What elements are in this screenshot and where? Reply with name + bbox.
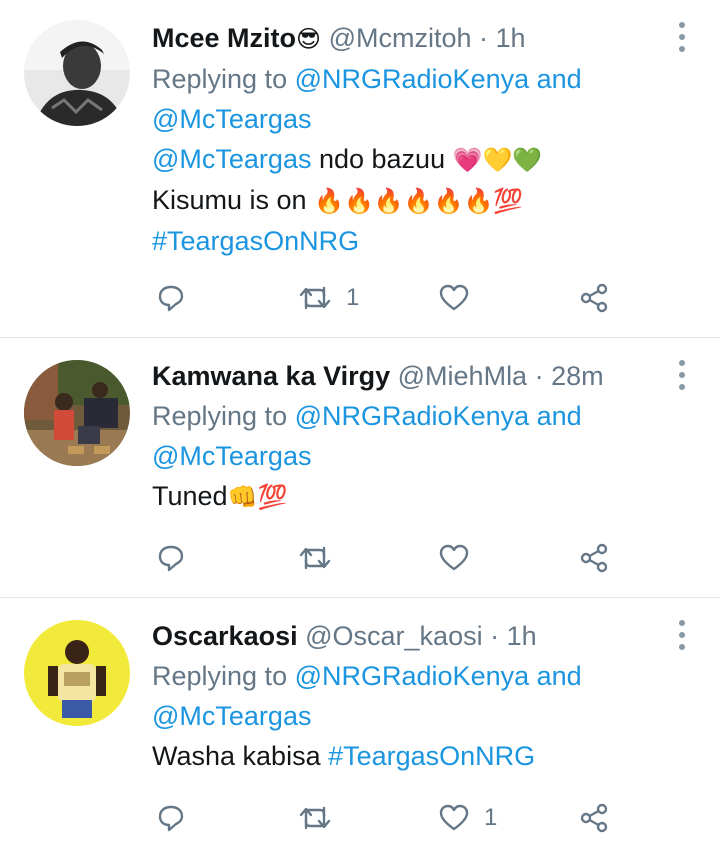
retweet-button[interactable]: 1: [298, 278, 359, 318]
author-name[interactable]: Oscarkaosi: [152, 621, 298, 651]
reply-mention-link[interactable]: @McTeargas: [152, 701, 311, 731]
share-button[interactable]: [578, 798, 610, 838]
tweet[interactable]: Oscarkaosi @Oscar_kaosi · 1h Replying to…: [0, 598, 720, 852]
tweet-text: Washa kabisa: [152, 741, 329, 771]
author-name[interactable]: Kamwana ka Virgy: [152, 361, 390, 391]
reply-button[interactable]: [156, 278, 186, 318]
sunglasses-emoji: 😎: [296, 25, 322, 53]
reply-icon: [158, 285, 184, 312]
tweet-text: Tuned: [152, 481, 228, 511]
mention-link[interactable]: @McTeargas: [152, 144, 311, 174]
reply-mention-link[interactable]: @McTeargas: [152, 104, 311, 134]
reply-icon: [158, 805, 184, 832]
timestamp[interactable]: · 1h: [479, 23, 526, 53]
fist-emoji: 👊💯: [227, 483, 288, 511]
hashtag-link[interactable]: #TeargasOnNRG: [328, 741, 535, 771]
timestamp[interactable]: · 1h: [490, 621, 537, 651]
fire-emoji: 🔥🔥🔥🔥🔥🔥💯: [314, 187, 524, 215]
reply-mention-link[interactable]: @NRGRadioKenya and: [295, 401, 582, 431]
reply-mention-link[interactable]: @NRGRadioKenya and: [295, 64, 582, 94]
author-handle[interactable]: @MiehMla: [398, 361, 527, 391]
avatar-photo: [24, 20, 130, 126]
replying-to-label: Replying to: [152, 661, 288, 691]
avatar-photo: [24, 620, 130, 726]
tweet-text: Kisumu is on: [152, 185, 315, 215]
replying-to-label: Replying to: [152, 401, 288, 431]
avatar-photo: [24, 360, 130, 466]
more-options-icon[interactable]: [678, 22, 686, 52]
more-options-icon[interactable]: [678, 620, 686, 650]
like-button[interactable]: [438, 278, 470, 318]
retweet-count: 1: [346, 284, 360, 311]
retweet-button[interactable]: [298, 798, 332, 838]
share-icon: [580, 283, 608, 313]
avatar[interactable]: [24, 20, 130, 126]
like-count: 1: [484, 804, 498, 831]
like-button[interactable]: 1: [438, 798, 497, 838]
tweet-text: ndo bazuu: [311, 144, 453, 174]
retweet-icon: [299, 546, 331, 570]
author-handle[interactable]: @Oscar_kaosi: [305, 621, 482, 651]
hearts-emoji: 💗💛💚: [452, 146, 543, 174]
retweet-icon: [299, 286, 331, 310]
like-button[interactable]: [438, 538, 470, 578]
share-button[interactable]: [578, 538, 610, 578]
tweet[interactable]: Kamwana ka Virgy @MiehMla · 28m Replying…: [0, 338, 720, 598]
reply-button[interactable]: [156, 538, 186, 578]
reply-icon: [158, 545, 184, 572]
tweet[interactable]: Mcee Mzito😎 @Mcmzitoh · 1h Replying to @…: [0, 0, 720, 338]
share-icon: [580, 543, 608, 573]
timestamp[interactable]: · 28m: [535, 361, 604, 391]
hashtag-link[interactable]: #TeargasOnNRG: [152, 226, 359, 256]
like-icon: [439, 544, 469, 571]
avatar[interactable]: [24, 620, 130, 726]
like-icon: [439, 284, 469, 311]
reply-mention-link[interactable]: @NRGRadioKenya and: [295, 661, 582, 691]
reply-mention-link[interactable]: @McTeargas: [152, 441, 311, 471]
author-handle[interactable]: @Mcmzitoh: [329, 23, 472, 53]
avatar[interactable]: [24, 360, 130, 466]
reply-button[interactable]: [156, 798, 186, 838]
retweet-icon: [299, 806, 331, 830]
share-button[interactable]: [578, 278, 610, 318]
author-name[interactable]: Mcee Mzito: [152, 23, 296, 53]
share-icon: [580, 803, 608, 833]
replying-to-label: Replying to: [152, 64, 288, 94]
like-icon: [439, 804, 469, 831]
more-options-icon[interactable]: [678, 360, 686, 390]
retweet-button[interactable]: [298, 538, 332, 578]
